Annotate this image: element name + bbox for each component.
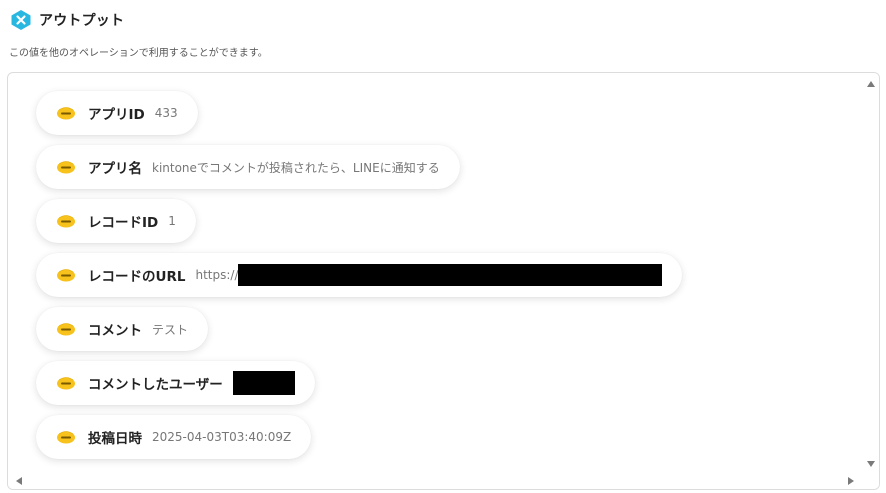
- kintone-icon: [57, 323, 75, 336]
- output-label: レコードID: [88, 215, 159, 231]
- output-item-record-url[interactable]: レコードのURL https://: [36, 253, 683, 297]
- redacted-block: [232, 371, 295, 395]
- scroll-left-arrow-icon[interactable]: [16, 477, 22, 485]
- kintone-icon: [57, 161, 75, 174]
- output-item-app-name[interactable]: アプリ名 kintoneでコメントが投稿されたら、LINEに通知する: [36, 145, 460, 189]
- horizontal-scrollbar[interactable]: [8, 472, 865, 489]
- scroll-up-arrow-icon[interactable]: [867, 81, 875, 87]
- output-item-app-id[interactable]: アプリID 433: [36, 91, 198, 135]
- output-label: アプリID: [88, 107, 145, 123]
- scroll-down-arrow-icon[interactable]: [867, 461, 875, 467]
- output-item-record-id[interactable]: レコードID 1: [36, 199, 196, 243]
- output-item-posted-at[interactable]: 投稿日時 2025-04-03T03:40:09Z: [36, 415, 312, 459]
- output-label: コメントしたユーザー: [88, 377, 223, 393]
- kintone-icon: [57, 377, 75, 390]
- scroll-right-arrow-icon[interactable]: [848, 477, 854, 485]
- output-item-comment[interactable]: コメント テスト: [36, 307, 209, 351]
- output-value: 2025-04-03T03:40:09Z: [152, 430, 292, 444]
- vertical-scrollbar[interactable]: [863, 73, 879, 473]
- output-label: レコードのURL: [88, 269, 186, 285]
- yoom-logo-icon: [10, 9, 32, 31]
- output-label: コメント: [88, 323, 142, 339]
- output-header: アウトプット: [10, 9, 124, 31]
- kintone-icon: [57, 431, 75, 444]
- output-value: https://: [195, 268, 239, 282]
- scrollbar-corner: [863, 472, 879, 489]
- output-description: この値を他のオペレーションで利用することができます。: [9, 48, 268, 59]
- output-label: アプリ名: [88, 161, 142, 177]
- output-item-comment-user[interactable]: コメントしたユーザー: [36, 361, 315, 405]
- output-list-panel: アプリID 433 アプリ名 kintoneでコメントが投稿されたら、LINEに…: [7, 72, 880, 490]
- kintone-icon: [57, 107, 75, 120]
- kintone-icon: [57, 269, 75, 282]
- redacted-block: [238, 264, 663, 286]
- output-value: 1: [168, 214, 176, 228]
- output-value: kintoneでコメントが投稿されたら、LINEに通知する: [152, 160, 440, 175]
- output-value: テスト: [152, 322, 189, 337]
- kintone-icon: [57, 215, 75, 228]
- output-label: 投稿日時: [88, 431, 142, 447]
- output-value: 433: [154, 106, 178, 120]
- page-title: アウトプット: [39, 13, 125, 29]
